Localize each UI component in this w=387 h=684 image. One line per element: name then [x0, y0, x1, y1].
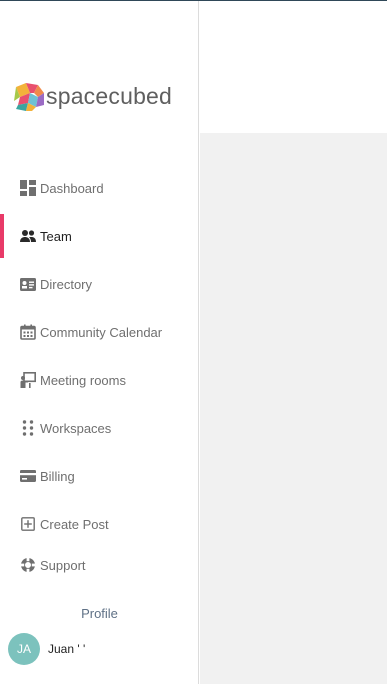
nav-item-support[interactable]: Support — [0, 543, 199, 587]
spacecubed-logo-mark — [14, 83, 44, 111]
profile-label: Profile — [81, 606, 118, 621]
nav-label-directory: Directory — [40, 276, 93, 292]
directory-icon — [20, 276, 36, 292]
nav-label-team: Team — [40, 228, 72, 244]
nav-label-billing: Billing — [40, 468, 75, 484]
meeting-room-icon — [20, 372, 36, 388]
team-icon — [20, 228, 36, 244]
user-name: Juan ' ' — [48, 642, 86, 656]
brand-logo[interactable]: spacecubed — [14, 80, 172, 112]
nav-item-team[interactable]: Team — [0, 214, 199, 258]
sidebar: spacecubed Dashboard Team Directory Comm… — [0, 1, 199, 684]
nav-label-workspaces: Workspaces — [40, 420, 112, 436]
dashboard-icon — [20, 180, 36, 196]
workspaces-icon — [20, 420, 36, 436]
nav-item-dashboard[interactable]: Dashboard — [0, 166, 199, 210]
nav-item-workspaces[interactable]: Workspaces — [0, 406, 199, 450]
main-content — [200, 133, 387, 684]
brand-name: spacecubed — [46, 82, 173, 109]
main-header — [200, 1, 387, 133]
nav-item-directory[interactable]: Directory — [0, 262, 199, 306]
billing-icon — [20, 468, 36, 484]
nav-label-community-calendar: Community Calendar — [40, 324, 163, 340]
active-indicator — [0, 214, 4, 258]
nav-item-billing[interactable]: Billing — [0, 454, 199, 498]
nav-item-create-post[interactable]: Create Post — [0, 502, 199, 546]
nav-item-meeting-rooms[interactable]: Meeting rooms — [0, 358, 199, 402]
create-post-icon — [20, 516, 36, 532]
calendar-icon — [20, 324, 36, 340]
nav-item-community-calendar[interactable]: Community Calendar — [0, 310, 199, 354]
nav-label-meeting-rooms: Meeting rooms — [40, 372, 126, 388]
nav-label-support: Support — [40, 557, 86, 573]
user-profile-link[interactable]: JA Juan ' ' — [8, 633, 85, 665]
avatar: JA — [8, 633, 40, 665]
support-icon — [20, 557, 36, 573]
nav-label-create-post: Create Post — [40, 516, 109, 532]
nav-label-dashboard: Dashboard — [40, 180, 104, 196]
